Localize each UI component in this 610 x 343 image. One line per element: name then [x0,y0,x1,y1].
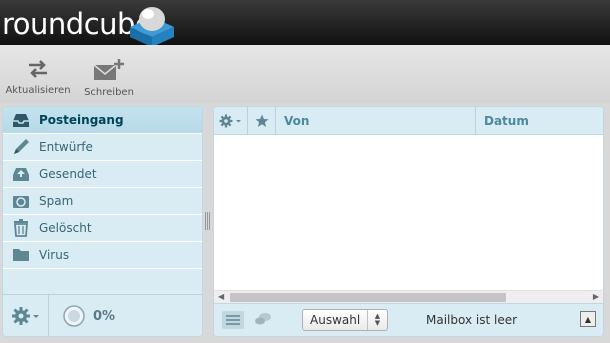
quota-display: 0% [63,305,115,327]
folder-label: Entwürfe [39,140,93,154]
expand-preview-button[interactable]: ▲ [580,311,596,327]
folder-label: Posteingang [39,113,124,127]
folder-footer: 0% [3,294,202,336]
trash-icon [11,219,31,237]
folder-icon [11,246,31,264]
folder-item-spam[interactable]: Spam [3,188,202,215]
refresh-button[interactable]: Aktualisieren [4,59,72,96]
scroll-right-icon[interactable]: ▶ [593,292,599,301]
folder-label: Gesendet [39,167,97,181]
scroll-left-icon[interactable]: ◀ [218,292,224,301]
quota-percent: 0% [93,308,116,324]
message-list-header: Von Datum [214,107,603,135]
star-icon [255,114,268,127]
list-icon [226,315,240,325]
column-date[interactable]: Datum [476,107,603,135]
compose-button[interactable]: Schreiben [82,59,136,98]
message-list: Von Datum ◀ ▶ Auswahl ▲ ▼ Mailbox ist lee… [213,106,604,337]
message-list-footer: Auswahl ▲ ▼ Mailbox ist leer ▲ [214,303,603,336]
triangle-up-icon: ▲ [584,314,592,324]
folder-actions-button[interactable] [3,295,49,336]
stepper-arrows-icon: ▲ ▼ [367,310,387,330]
gear-icon [11,307,39,325]
refresh-icon [29,60,47,78]
pencil-icon [11,138,31,156]
gear-icon [219,114,241,128]
list-options-button[interactable] [214,107,248,135]
folder-label: Virus [39,248,70,262]
column-from[interactable]: Von [276,107,476,135]
folder-item-virus[interactable]: Virus [3,242,202,269]
quota-pie-icon [63,305,85,327]
folder-list: Posteingang Entwürfe Gesendet Spam Gelös… [2,106,203,337]
refresh-label: Aktualisieren [5,85,71,96]
sent-icon [11,165,31,183]
logo-cube-icon [130,7,174,47]
compose-label: Schreiben [84,87,134,98]
recycle-icon [11,192,31,210]
list-view-button[interactable] [222,311,244,329]
select-dropdown[interactable]: Auswahl ▲ ▼ [302,309,388,331]
threads-button[interactable] [254,312,272,329]
threads-icon [255,313,271,325]
folder-item-sent[interactable]: Gesendet [3,161,202,188]
panel-splitter[interactable] [205,212,210,230]
horizontal-scrollbar[interactable]: ◀ ▶ [214,290,603,303]
folder-label: Gelöscht [39,221,92,235]
compose-mail-icon [93,59,124,80]
toolbar: Aktualisieren Schreiben [0,45,610,103]
scrollbar-thumb[interactable] [230,293,506,302]
folder-item-trash[interactable]: Gelöscht [3,215,202,242]
folder-label: Spam [39,194,74,208]
mailbox-status: Mailbox ist leer [426,313,518,327]
folder-item-drafts[interactable]: Entwürfe [3,134,202,161]
select-value: Auswahl [310,313,361,327]
folder-item-inbox[interactable]: Posteingang [3,107,202,134]
inbox-icon [11,111,31,129]
app-header: roundcube [0,0,610,47]
flag-column[interactable] [248,107,276,135]
